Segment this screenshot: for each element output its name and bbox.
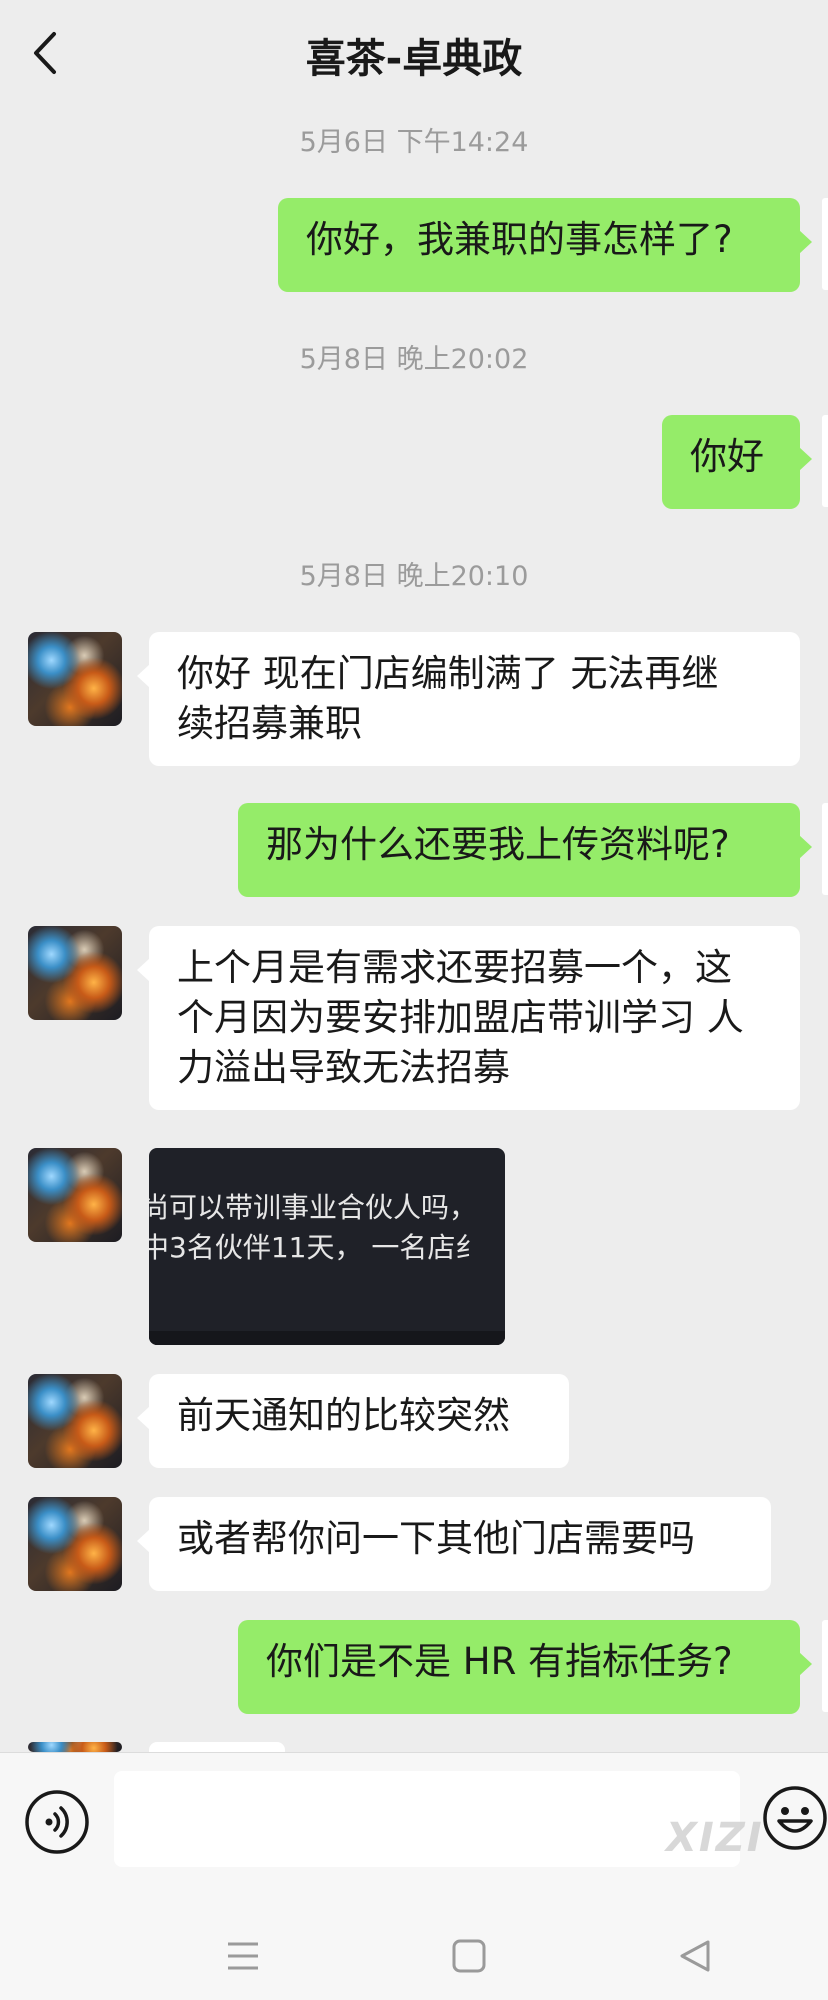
- chat-title: 喜茶-卓典政: [305, 36, 523, 82]
- voice-icon: [25, 1790, 89, 1854]
- self-avatar-edge: [822, 198, 828, 290]
- self-avatar-edge: [822, 803, 828, 895]
- sent-message[interactable]: 你们是不是 HR 有指标任务?: [238, 1620, 812, 1714]
- received-message[interactable]: 你好 现在门店编制满了 无法再继 续招募兼职: [137, 632, 800, 766]
- emoji-button[interactable]: [762, 1785, 828, 1851]
- home-nav-button[interactable]: [446, 1933, 492, 1979]
- message-line: 力溢出导致无法招募: [177, 1046, 510, 1089]
- self-avatar-edge: [822, 1620, 828, 1712]
- message-line: 上个月是有需求还要招募一个，这: [177, 946, 732, 989]
- message-line: 你好 现在门店编制满了 无法再继: [177, 652, 719, 695]
- input-bar: XIZI: [0, 1752, 828, 2000]
- timestamp: 5月8日 晚上20:02: [299, 344, 529, 375]
- image-bottom-strip: [149, 1331, 505, 1345]
- self-avatar-edge: [822, 415, 828, 507]
- message-line: 续招募兼职: [177, 702, 362, 745]
- contact-avatar[interactable]: [28, 1374, 122, 1468]
- sent-message[interactable]: 你好: [662, 415, 812, 509]
- contact-avatar[interactable]: [28, 1148, 122, 1242]
- image-text-line: 中3名伙伴11天， 一名店纟: [149, 1231, 484, 1264]
- back-triangle-icon: [680, 1940, 710, 1972]
- watermark: XIZI: [666, 1815, 764, 1861]
- contact-avatar[interactable]: [28, 632, 122, 726]
- message-input[interactable]: [114, 1771, 740, 1867]
- back-nav-button[interactable]: [672, 1933, 718, 1979]
- timestamp: 5月8日 晚上20:10: [299, 561, 529, 592]
- sent-message[interactable]: 你好，我兼职的事怎样了?: [278, 198, 812, 292]
- message-line: 个月因为要安排加盟店带训学习 人: [177, 996, 744, 1039]
- received-message[interactable]: 前天通知的比较突然: [137, 1374, 569, 1468]
- chat-header: 喜茶-卓典政: [0, 0, 828, 108]
- contact-avatar[interactable]: [28, 1497, 122, 1591]
- contact-avatar[interactable]: [28, 926, 122, 1020]
- menu-nav-button[interactable]: [220, 1933, 266, 1979]
- received-message-partial: [149, 1742, 285, 1752]
- voice-button[interactable]: [24, 1789, 90, 1855]
- image-text-line: 尚可以带训事业合伙人吗，: [149, 1191, 478, 1224]
- home-icon: [452, 1939, 486, 1973]
- emoji-icon: [763, 1786, 827, 1850]
- received-message[interactable]: 或者帮你问一下其他门店需要吗: [137, 1497, 771, 1591]
- timestamp: 5月6日 下午14:24: [299, 127, 529, 158]
- sent-message[interactable]: 那为什么还要我上传资料呢?: [238, 803, 812, 897]
- menu-icon: [228, 1942, 258, 1970]
- contact-avatar[interactable]: [28, 1742, 122, 1752]
- received-message[interactable]: 上个月是有需求还要招募一个，这 个月因为要安排加盟店带训学习 人 力溢出导致无法…: [137, 926, 800, 1110]
- image-message[interactable]: 尚可以带训事业合伙人吗， 中3名伙伴11天， 一名店纟: [149, 1148, 505, 1345]
